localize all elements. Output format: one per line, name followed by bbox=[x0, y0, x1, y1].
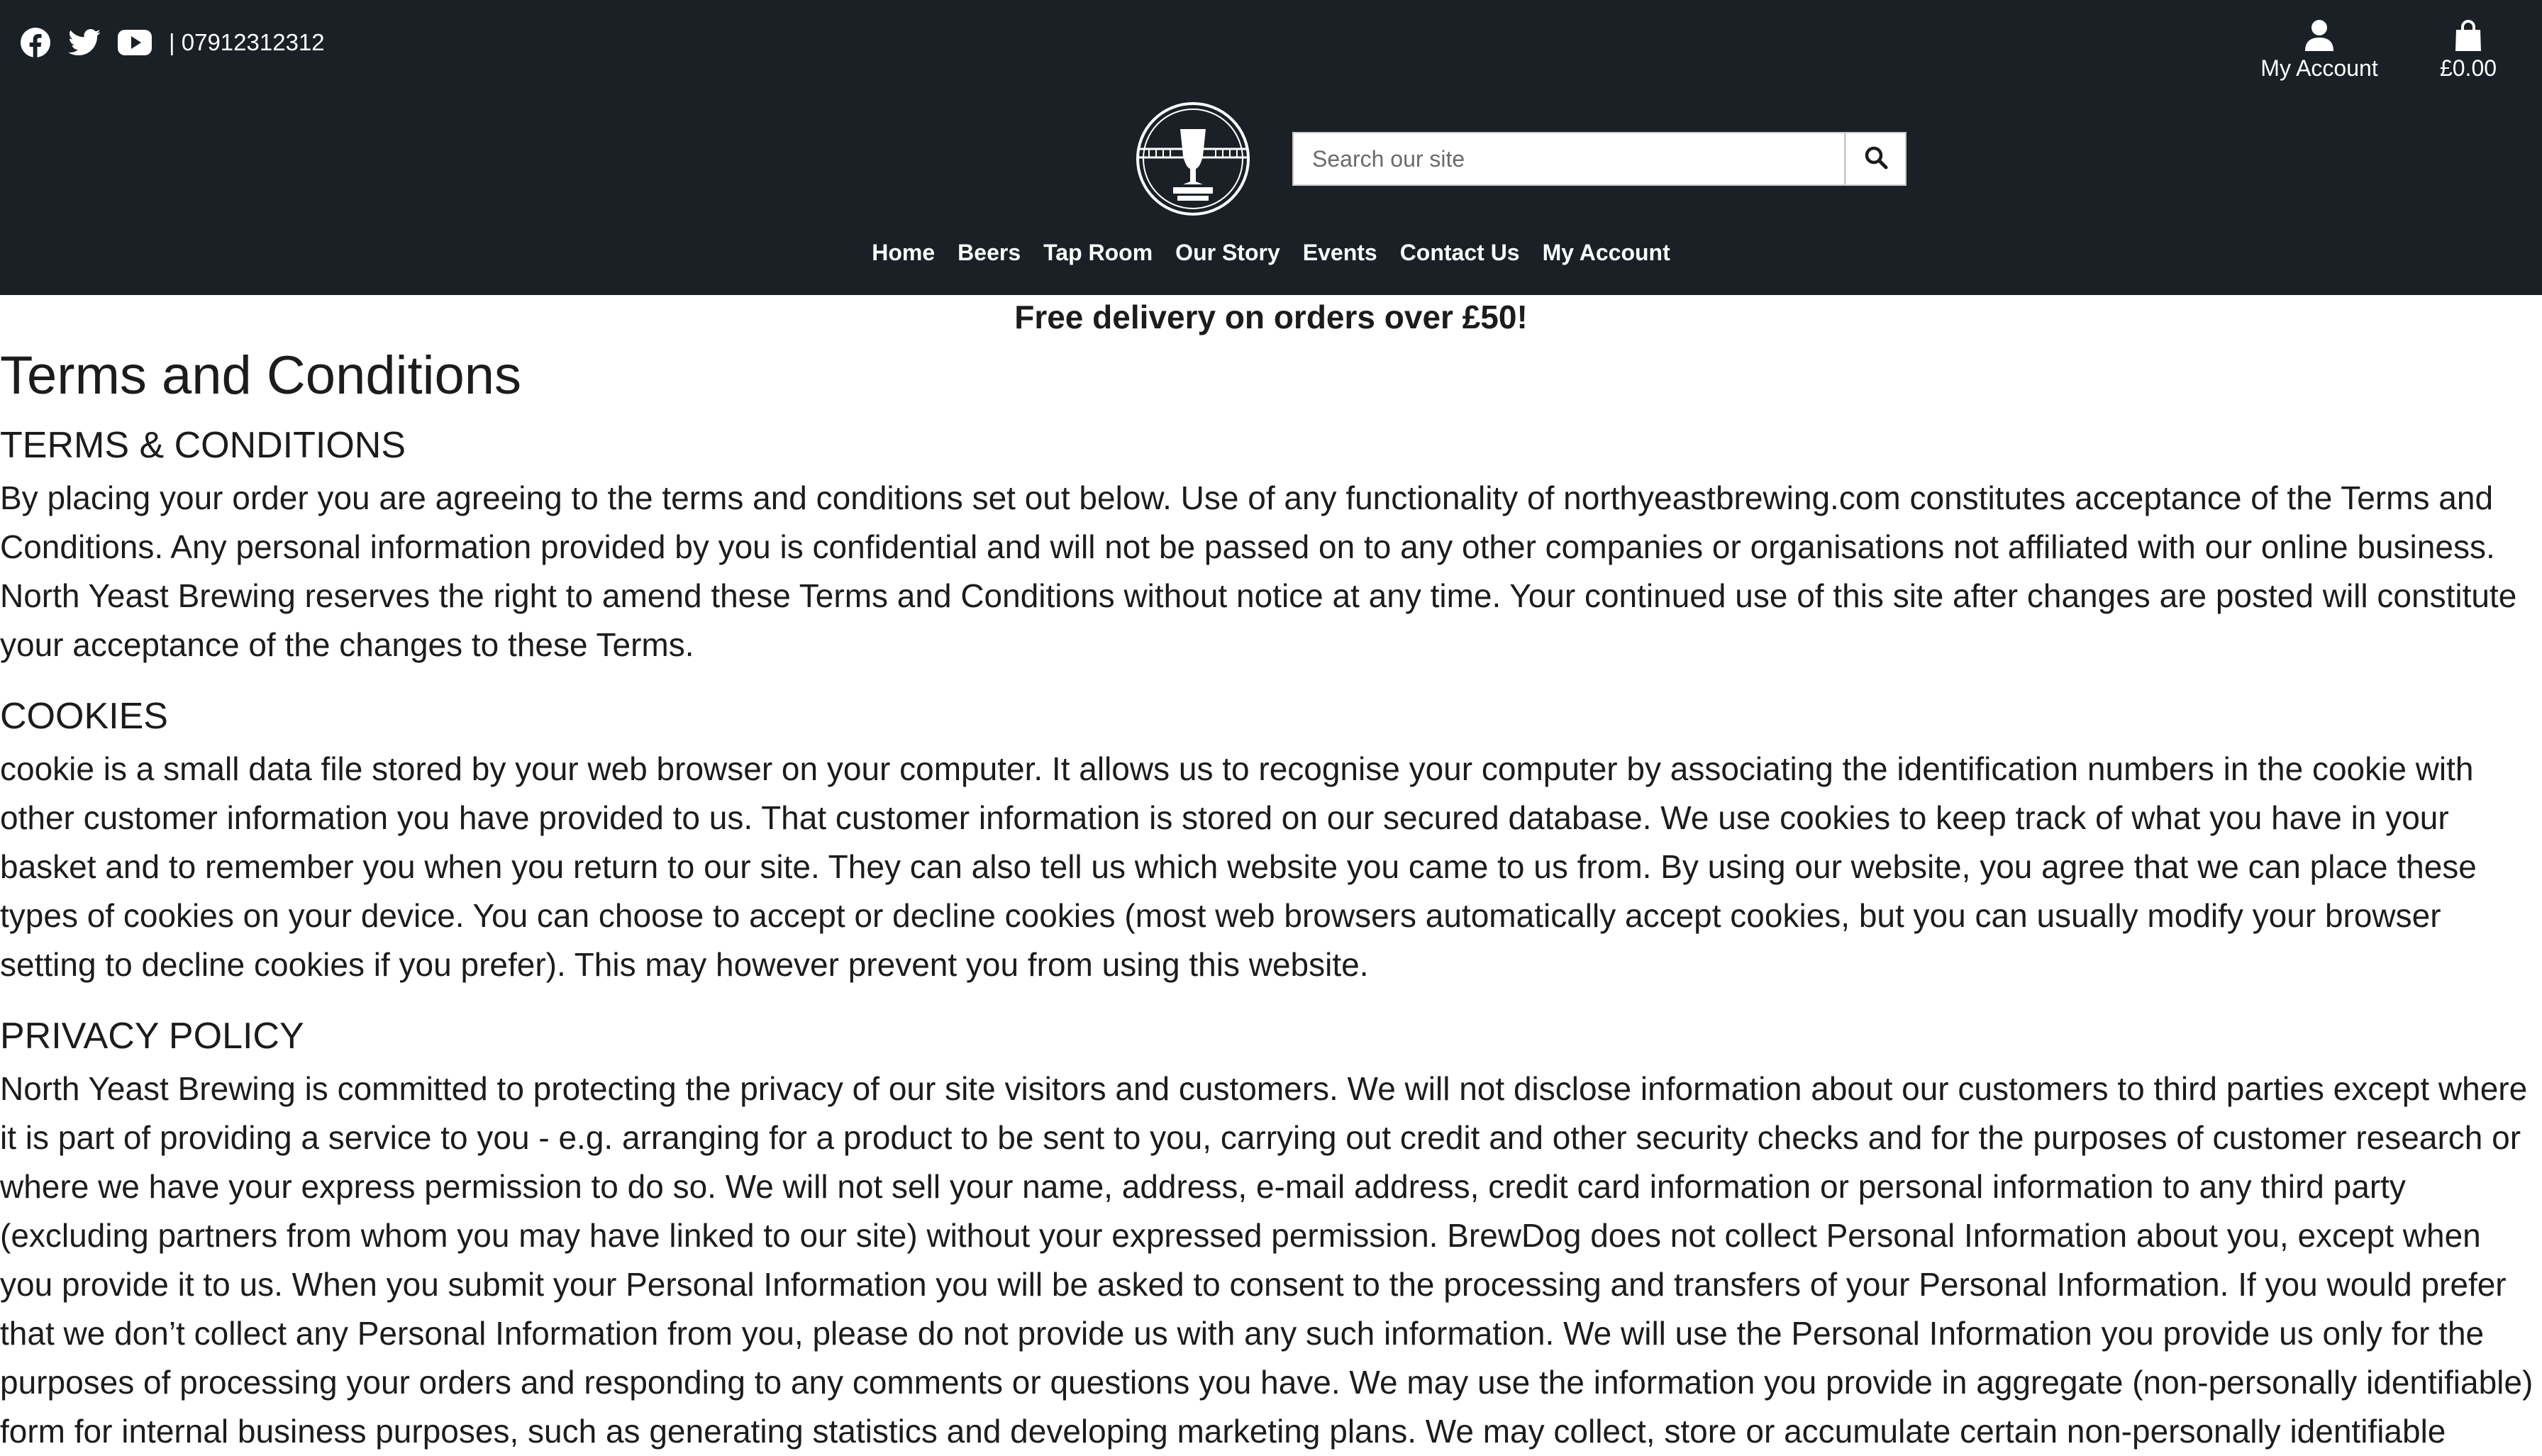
nav-events[interactable]: Events bbox=[1303, 240, 1377, 266]
page-title: Terms and Conditions bbox=[0, 345, 522, 406]
main-nav: Home Beers Tap Room Our Story Events Con… bbox=[0, 240, 2542, 266]
nav-home[interactable]: Home bbox=[872, 240, 935, 266]
cart-total: £0.00 bbox=[2439, 55, 2497, 81]
nav-beers[interactable]: Beers bbox=[958, 240, 1021, 266]
search-input[interactable] bbox=[1292, 132, 1846, 186]
search-icon bbox=[1864, 145, 1888, 173]
search-button[interactable] bbox=[1846, 132, 1907, 186]
site-header: | 07912312312 My Account £0.00 Search ou… bbox=[0, 0, 2542, 295]
promo-banner: Free delivery on orders over £50! bbox=[1014, 299, 1528, 335]
shopping-bag-icon bbox=[2426, 20, 2511, 51]
nav-contact-us[interactable]: Contact Us bbox=[1400, 240, 1520, 266]
twitter-icon[interactable] bbox=[68, 29, 101, 56]
section-heading-terms: TERMS & CONDITIONS bbox=[0, 425, 406, 466]
page-content: Terms and Conditions TERMS & CONDITIONS … bbox=[0, 340, 2542, 1456]
section-heading-cookies: COOKIES bbox=[0, 696, 168, 737]
my-account-link[interactable]: My Account bbox=[2248, 20, 2390, 82]
phone-number: | 07912312312 bbox=[169, 29, 325, 55]
user-icon bbox=[2248, 20, 2390, 51]
section-body-privacy: North Yeast Brewing is committed to prot… bbox=[0, 1070, 2533, 1450]
section-body-terms: By placing your order you are agreeing t… bbox=[0, 479, 2517, 663]
section-body-cookies: cookie is a small data file stored by yo… bbox=[0, 750, 2477, 983]
site-search bbox=[1292, 132, 1907, 186]
my-account-label: My Account bbox=[2260, 55, 2378, 81]
section-heading-privacy: PRIVACY POLICY bbox=[0, 1016, 304, 1057]
facebook-icon[interactable] bbox=[20, 27, 51, 58]
youtube-icon[interactable] bbox=[118, 30, 152, 55]
brand-logo[interactable] bbox=[1135, 101, 1251, 217]
social-links: | 07912312312 bbox=[20, 27, 325, 58]
nav-tap-room[interactable]: Tap Room bbox=[1043, 240, 1153, 266]
nav-my-account[interactable]: My Account bbox=[1543, 240, 1670, 266]
cart-link[interactable]: £0.00 bbox=[2426, 20, 2511, 82]
nav-our-story[interactable]: Our Story bbox=[1175, 240, 1280, 266]
